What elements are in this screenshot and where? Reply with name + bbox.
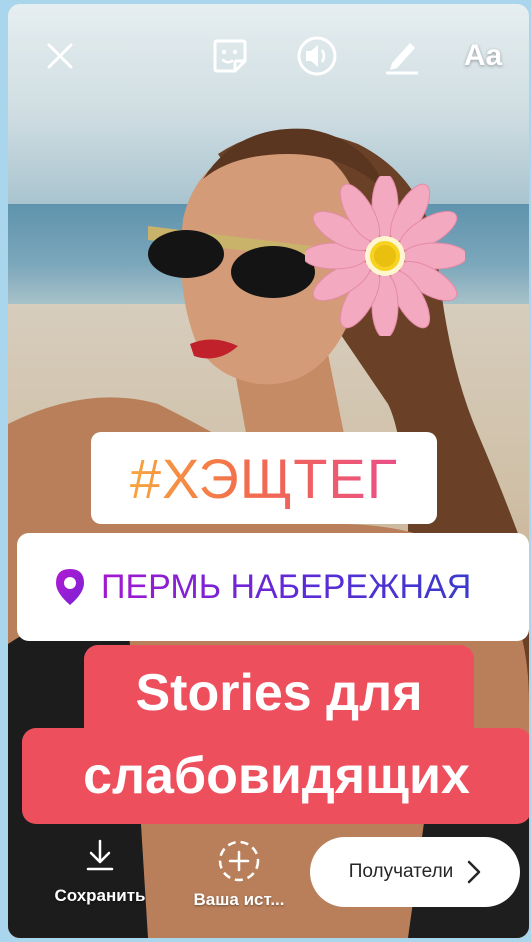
sound-button[interactable] [295,34,339,78]
hashtag-sticker[interactable]: #ХЭЩТЕГ [91,432,437,524]
sound-icon [297,36,337,76]
your-story-label: Ваша ист... [193,890,285,909]
caption-line-1[interactable]: Stories для [84,645,474,741]
location-sticker[interactable]: ПЕРМЬ НАБЕРЕЖНАЯ [17,533,529,641]
location-pin-icon [56,569,84,605]
add-story-icon [218,840,260,882]
story-canvas: Aa #ХЭЩТЕГ ПЕРМЬ НАБЕРЕЖНАЯ Stories для … [8,4,529,938]
save-button[interactable]: Сохранить [42,839,158,906]
recipients-button[interactable]: Получатели [310,837,520,907]
close-icon [47,43,73,69]
recipients-label: Получатели [348,861,454,882]
flower-sticker[interactable] [305,176,465,336]
your-story-button[interactable]: Ваша ист... [180,839,298,910]
pen-icon [386,43,418,75]
download-icon [86,839,114,871]
location-text: ПЕРМЬ НАБЕРЕЖНАЯ [101,567,472,606]
save-label: Сохранить [54,886,146,905]
hashtag-text: #ХЭЩТЕГ [129,446,399,510]
close-button[interactable] [38,34,82,78]
text-tool-label: Aa [463,39,503,72]
chevron-right-icon [468,860,481,884]
text-tool-button[interactable]: Aa [453,34,513,78]
sticker-button[interactable] [208,34,252,78]
caption-line-2[interactable]: слабовидящих [22,728,529,824]
sticker-icon [213,39,247,73]
draw-button[interactable] [380,34,424,78]
